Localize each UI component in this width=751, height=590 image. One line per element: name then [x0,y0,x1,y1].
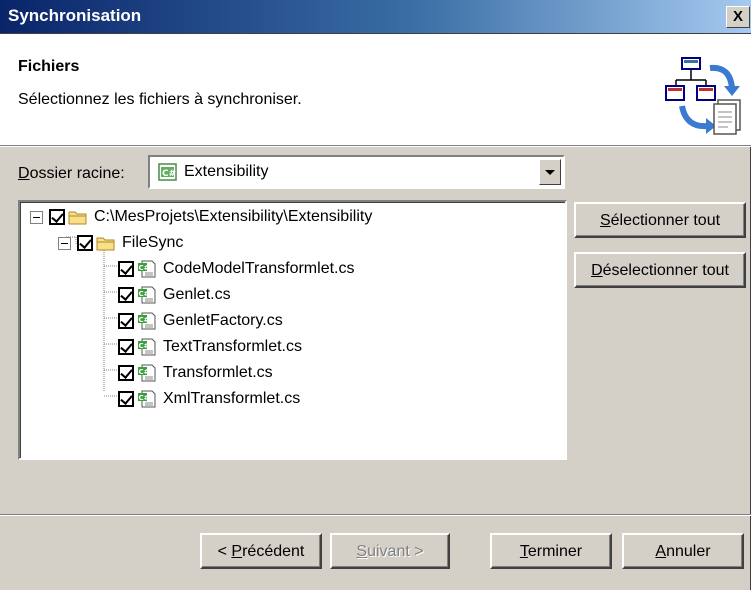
csharp-file-icon: C# [138,260,156,278]
csharp-file-icon: C# [138,312,156,330]
file-checkbox[interactable] [118,391,134,407]
root-folder-label: Dossier racine: [18,165,125,182]
tree-node-file[interactable]: C# Transformlet.cs [118,362,273,384]
close-button[interactable]: X [726,6,750,28]
tree-node-folder[interactable]: FileSync [58,232,183,254]
deselect-all-button[interactable]: Déselectionner tout [574,252,746,288]
collapse-icon[interactable] [30,210,43,224]
page-title: Fichiers [18,58,80,75]
tree-node-file[interactable]: C# Genlet.cs [118,284,231,306]
footer-divider [0,514,751,516]
tree-node-file[interactable]: C# XmlTransformlet.cs [118,388,300,410]
root-folder-value: Extensibility [184,163,269,180]
title-bar[interactable]: Synchronisation X [0,0,751,34]
window-title: Synchronisation [8,6,142,25]
close-icon: X [732,8,743,25]
csharp-file-icon: C# [138,364,156,382]
svg-text:C#: C# [139,290,150,298]
file-checkbox[interactable] [118,313,134,329]
file-checkbox[interactable] [118,261,134,277]
synchronisation-dialog: Synchronisation X Fichiers Sélectionnez … [0,0,751,590]
tree-node-file[interactable]: C# GenletFactory.cs [118,310,283,332]
tree-node-label: GenletFactory.cs [163,312,283,329]
folder-checkbox[interactable] [77,235,93,251]
file-tree[interactable]: C:\MesProjets\Extensibility\Extensibilit… [18,200,567,460]
wizard-header: Fichiers Sélectionnez les fichiers à syn… [0,34,751,147]
tree-node-label: C:\MesProjets\Extensibility\Extensibilit… [94,208,373,225]
folder-icon [68,211,87,225]
chevron-down-icon[interactable] [539,159,561,185]
tree-node-label: XmlTransformlet.cs [163,390,301,407]
file-checkbox[interactable] [118,365,134,381]
root-checkbox[interactable] [49,209,65,225]
svg-text:C#: C# [162,169,176,179]
select-all-button[interactable]: Sélectionner tout [574,202,746,238]
cancel-button[interactable]: Annuler [622,533,744,569]
tree-node-file[interactable]: C# CodeModelTransformlet.cs [118,258,354,280]
collapse-icon[interactable] [58,236,71,250]
finish-button[interactable]: Terminer [490,533,612,569]
tree-node-root[interactable]: C:\MesProjets\Extensibility\Extensibilit… [30,206,372,228]
root-folder-dropdown[interactable]: C# Extensibility [148,155,565,189]
tree-node-label: Transformlet.cs [163,364,273,381]
tree-node-label: TextTransformlet.cs [163,338,302,355]
next-button[interactable]: Suivant > [330,533,450,569]
tree-node-label: FileSync [122,234,184,251]
page-subtitle: Sélectionnez les fichiers à synchroniser… [18,91,302,108]
previous-button[interactable]: < Précédent [200,533,322,569]
svg-text:C#: C# [139,368,150,376]
csharp-file-icon: C# [138,338,156,356]
tree-node-label: CodeModelTransformlet.cs [163,260,355,277]
svg-text:C#: C# [139,342,150,350]
sync-files-icon [665,57,741,135]
svg-text:C#: C# [139,264,150,272]
tree-node-file[interactable]: C# TextTransformlet.cs [118,336,302,358]
svg-text:C#: C# [139,394,150,402]
csharp-file-icon: C# [138,390,156,408]
csharp-file-icon: C# [138,286,156,304]
folder-icon [96,237,115,251]
svg-text:C#: C# [139,316,150,324]
tree-node-label: Genlet.cs [163,286,231,303]
file-checkbox[interactable] [118,339,134,355]
file-checkbox[interactable] [118,287,134,303]
csharp-project-icon: C# [158,163,177,181]
